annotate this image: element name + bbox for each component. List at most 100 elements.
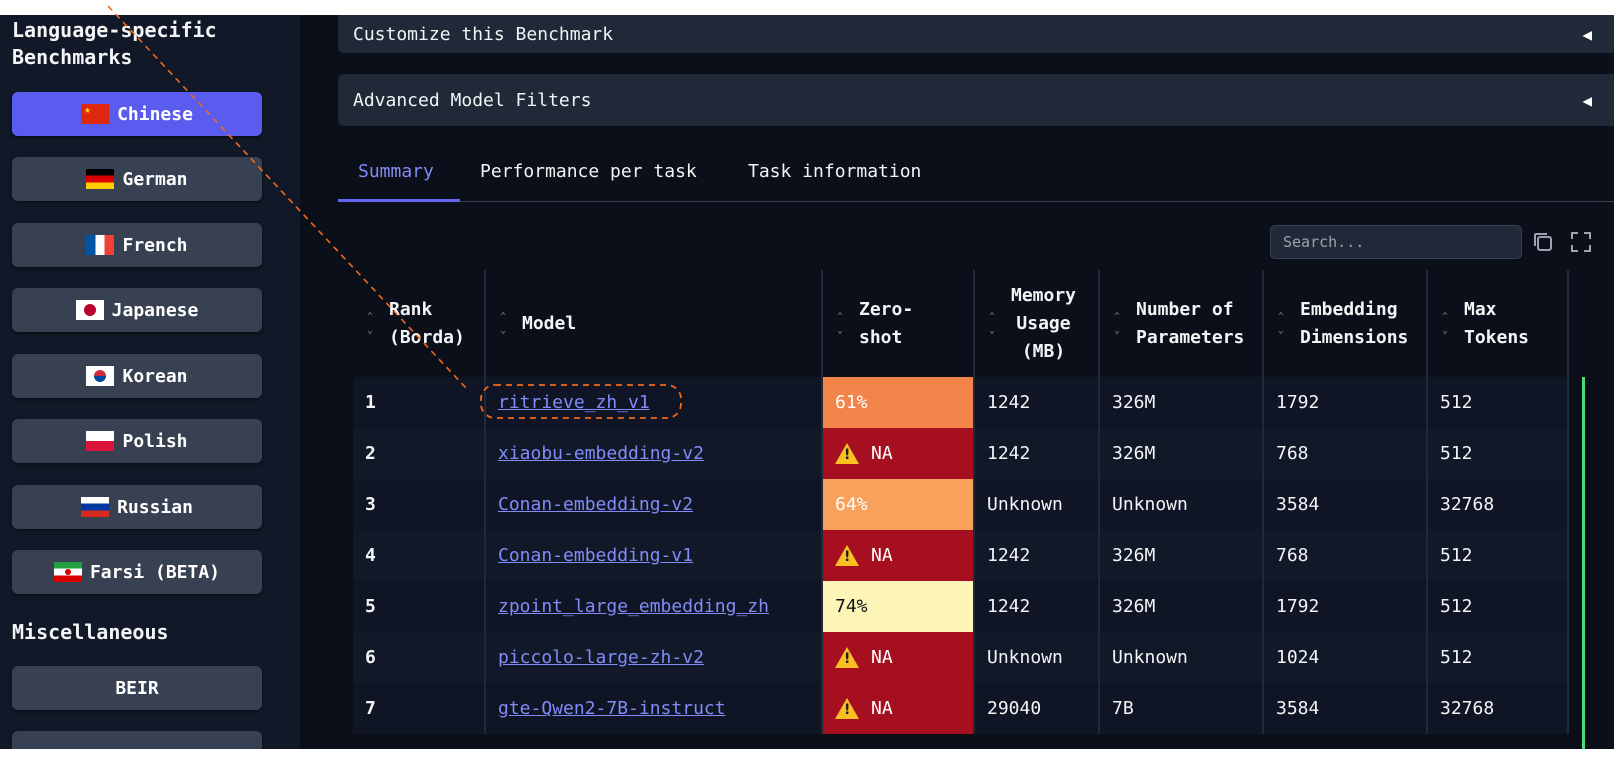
cell-number-of-parameters: 326M xyxy=(1100,530,1264,581)
column-header-memory-usage[interactable]: ⌃ ⌄ Memory Usage (MB) xyxy=(975,270,1100,377)
column-header-zero-shot[interactable]: ⌃ ⌄ Zero-shot xyxy=(823,270,975,377)
sort-icon[interactable]: ⌃ ⌄ xyxy=(1434,310,1456,338)
table-row[interactable]: 1 ritrieve_zh_v1 61% 1242 326M 1792 512 xyxy=(353,377,1585,428)
tab-summary[interactable]: Summary xyxy=(358,143,434,201)
sidebar-item-farsi-beta[interactable]: Farsi (BETA) xyxy=(12,550,262,594)
column-header-text: Embedding xyxy=(1300,298,1398,320)
column-header-max-tokens[interactable]: ⌃ ⌄ Max Tokens xyxy=(1428,270,1569,377)
column-header-text: Model xyxy=(522,312,577,334)
sidebar-item-more[interactable] xyxy=(12,731,262,749)
misc-heading: Miscellaneous xyxy=(12,620,169,644)
cell-memory-usage: Unknown xyxy=(975,632,1100,683)
cell-model[interactable]: xiaobu-embedding-v2 xyxy=(486,428,823,479)
sort-icon[interactable]: ⌃ ⌄ xyxy=(981,310,1003,338)
column-header-text: Memory xyxy=(1011,284,1077,306)
cell-max-tokens: 512 xyxy=(1428,581,1569,632)
column-header-embedding-dimensions[interactable]: ⌃ ⌄ Embedding Dimensions xyxy=(1264,270,1428,377)
warning-icon xyxy=(835,647,859,668)
cell-model[interactable]: Conan-embedding-v2 xyxy=(486,479,823,530)
cell-memory-usage: 29040 xyxy=(975,683,1100,734)
active-tab-underline xyxy=(338,199,460,202)
model-link[interactable]: piccolo-large-zh-v2 xyxy=(498,647,704,668)
cell-embedding-dimensions: 3584 xyxy=(1264,683,1428,734)
column-header-text: Max xyxy=(1464,298,1497,320)
model-link[interactable]: Conan-embedding-v2 xyxy=(498,494,693,515)
cell-memory-usage: Unknown xyxy=(975,479,1100,530)
cell-number-of-parameters: Unknown xyxy=(1100,479,1264,530)
fullscreen-icon[interactable] xyxy=(1568,229,1594,255)
sidebar-item-korean[interactable]: Korean xyxy=(12,354,262,398)
sidebar-heading: Language-specific Benchmarks xyxy=(12,17,217,71)
table-row[interactable]: 3 Conan-embedding-v2 64% Unknown Unknown 3584… xyxy=(353,479,1585,530)
flag-jp-icon xyxy=(75,300,104,320)
column-header-text: Rank xyxy=(389,298,433,320)
tab-task-information[interactable]: Task information xyxy=(748,143,921,201)
zero-shot-value: NA xyxy=(871,545,893,566)
search-input[interactable] xyxy=(1270,225,1522,259)
table-row[interactable]: 2 xiaobu-embedding-v2 NA 1242326M768512 xyxy=(353,428,1585,479)
tab-performance-per-task[interactable]: Performance per task xyxy=(480,143,697,201)
flag-de-icon xyxy=(86,169,115,189)
sidebar-heading-line2: Benchmarks xyxy=(12,45,133,69)
cell-rank: 2 xyxy=(353,428,486,479)
model-link[interactable]: xiaobu-embedding-v2 xyxy=(498,443,704,464)
model-link[interactable]: gte-Qwen2-7B-instruct xyxy=(498,698,726,719)
cell-embedding-dimensions: 1024 xyxy=(1264,632,1428,683)
column-header-label: Zero-shot xyxy=(859,296,913,352)
advanced-filters-accordion[interactable]: Advanced Model Filters ◀ xyxy=(338,74,1614,126)
cell-embedding-dimensions: 1792 xyxy=(1264,581,1428,632)
model-link[interactable]: zpoint_large_embedding_zh xyxy=(498,596,769,617)
zero-shot-value: 61% xyxy=(835,392,868,413)
model-link[interactable]: ritrieve_zh_v1 xyxy=(498,392,650,413)
cell-embedding-dimensions: 768 xyxy=(1264,428,1428,479)
sidebar-item-chinese[interactable]: Chinese xyxy=(12,92,262,136)
zero-shot-value: 64% xyxy=(835,494,868,515)
sidebar-item-german[interactable]: German xyxy=(12,157,262,201)
column-header-model[interactable]: ⌃ ⌄ Model xyxy=(486,270,823,377)
cell-rank: 3 xyxy=(353,479,486,530)
zero-shot-value: NA xyxy=(871,647,893,668)
cell-model[interactable]: gte-Qwen2-7B-instruct xyxy=(486,683,823,734)
cell-zero-shot: NA xyxy=(823,683,975,734)
cell-model[interactable]: Conan-embedding-v1 xyxy=(486,530,823,581)
column-header-number-of-parameters[interactable]: ⌃ ⌄ Number of Parameters xyxy=(1100,270,1264,377)
flag-fr-icon xyxy=(86,235,115,255)
copy-icon[interactable] xyxy=(1530,229,1556,255)
sort-icon[interactable]: ⌃ ⌄ xyxy=(829,310,851,338)
sidebar-item-label: Russian xyxy=(117,496,193,518)
sidebar-item-polish[interactable]: Polish xyxy=(12,419,262,463)
sidebar-item-label: BEIR xyxy=(115,677,159,699)
cell-number-of-parameters: 326M xyxy=(1100,377,1264,428)
sort-icon[interactable]: ⌃ ⌄ xyxy=(492,310,514,338)
table-row[interactable]: 5 zpoint_large_embedding_zh 74% 1242 326M 179… xyxy=(353,581,1585,632)
tab-bar: Summary Performance per task Task inform… xyxy=(338,143,1614,202)
flag-pl-icon xyxy=(86,431,115,451)
table-row[interactable]: 7 gte-Qwen2-7B-instruct NA 290407B358432768 xyxy=(353,683,1585,734)
column-header-text: Usage xyxy=(1016,312,1071,334)
cell-model[interactable]: piccolo-large-zh-v2 xyxy=(486,632,823,683)
sidebar-item-beir[interactable]: BEIR xyxy=(12,666,262,710)
column-header-rank[interactable]: ⌃ ⌄ Rank (Borda) xyxy=(353,270,486,377)
sidebar-item-japanese[interactable]: Japanese xyxy=(12,288,262,332)
model-link[interactable]: Conan-embedding-v1 xyxy=(498,545,693,566)
sidebar-item-russian[interactable]: Russian xyxy=(12,485,262,529)
sort-icon[interactable]: ⌃ ⌄ xyxy=(1106,310,1128,338)
column-header-label: Rank (Borda) xyxy=(389,296,465,352)
cell-zero-shot: NA xyxy=(823,428,975,479)
cell-number-of-parameters: 7B xyxy=(1100,683,1264,734)
cell-zero-shot: 74% xyxy=(823,581,975,632)
customize-accordion[interactable]: Customize this Benchmark ◀ xyxy=(338,15,1614,53)
table-row[interactable]: 6piccolo-large-zh-v2NAUnknownUnknown1024… xyxy=(353,632,1585,683)
cell-model[interactable]: zpoint_large_embedding_zh xyxy=(486,581,823,632)
cell-number-of-parameters: 326M xyxy=(1100,581,1264,632)
cell-model[interactable]: ritrieve_zh_v1 xyxy=(486,377,823,428)
cell-number-of-parameters: Unknown xyxy=(1100,632,1264,683)
sort-icon[interactable]: ⌃ ⌄ xyxy=(1270,310,1292,338)
sidebar-item-french[interactable]: French xyxy=(12,223,262,267)
sort-icon[interactable]: ⌃ ⌄ xyxy=(359,310,381,338)
cell-embedding-dimensions: 768 xyxy=(1264,530,1428,581)
table-row[interactable]: 4 Conan-embedding-v1 NA 1242326M768512 xyxy=(353,530,1585,581)
sidebar-item-label: Japanese xyxy=(111,299,199,321)
cell-zero-shot: 64% xyxy=(823,479,975,530)
cell-rank: 5 xyxy=(353,581,486,632)
